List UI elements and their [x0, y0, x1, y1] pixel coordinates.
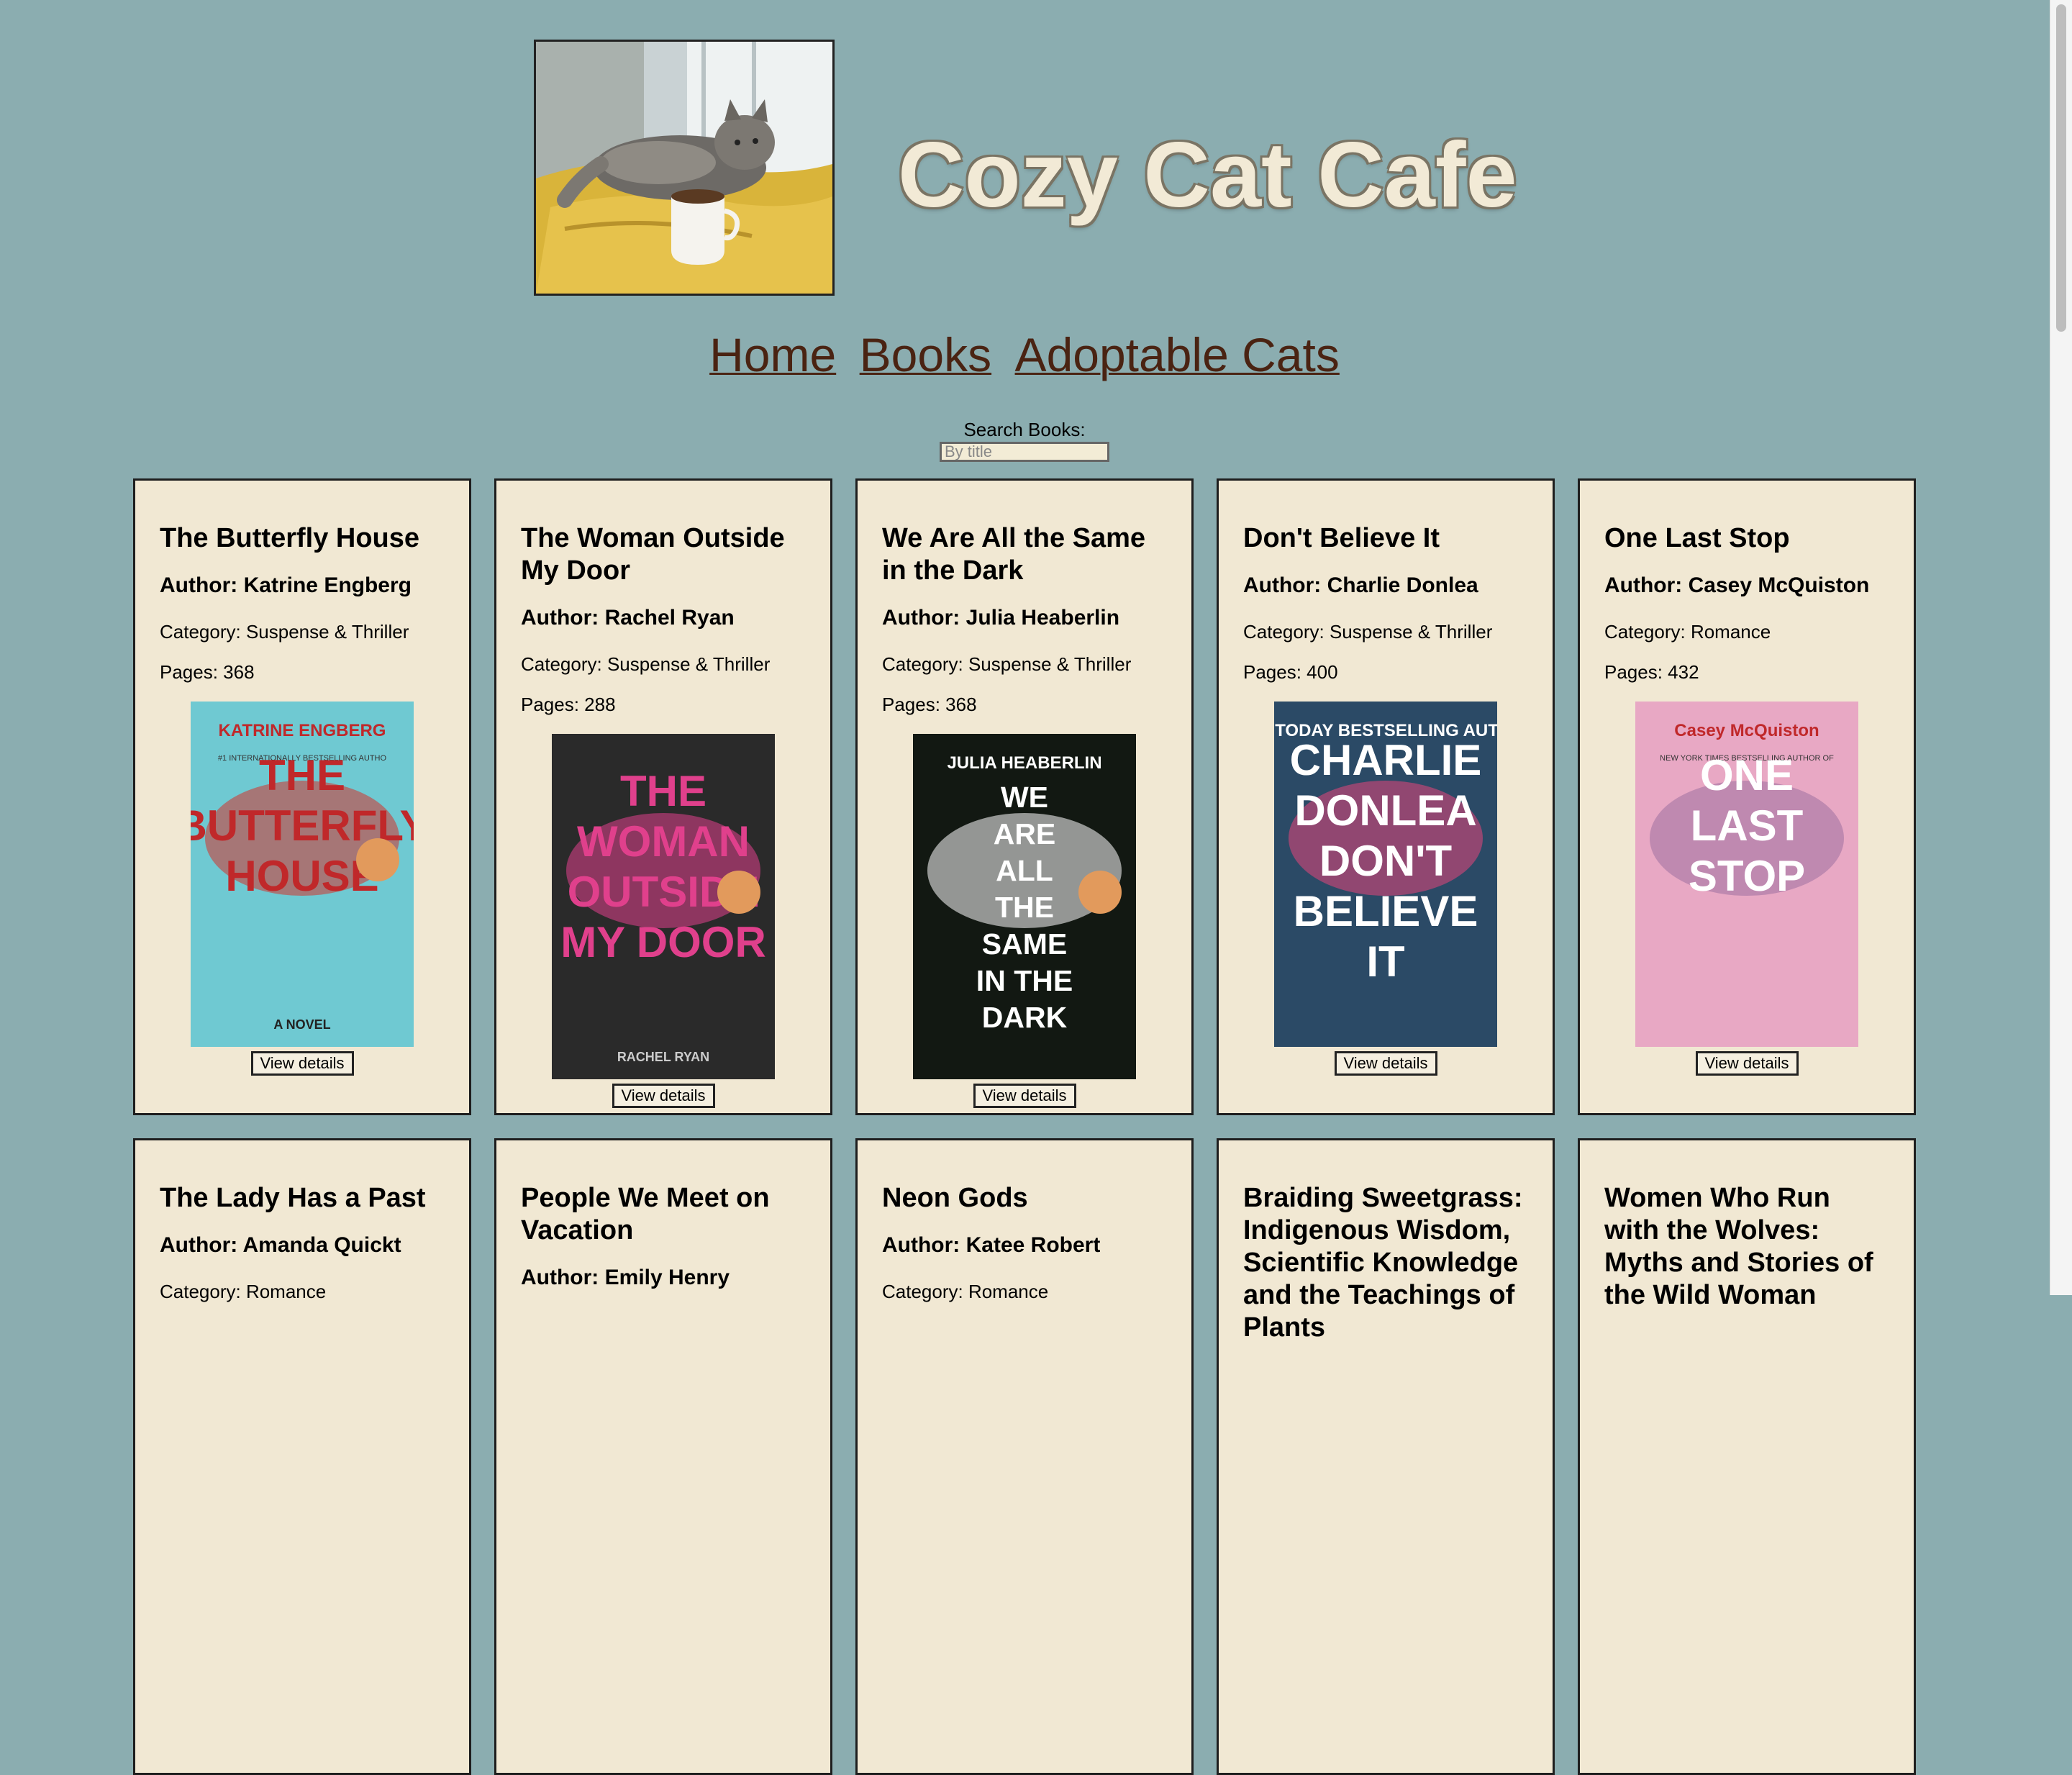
book-cover-art-icon: KATRINE ENGBERG#1 INTERNATIONALLY BESTSE…	[191, 702, 414, 1047]
book-category: Category: Suspense & Thriller	[1243, 621, 1493, 643]
book-card: We Are All the Same in the Dark Author: J…	[855, 478, 1194, 1115]
cover-text: DARK	[982, 1001, 1068, 1034]
cover-text: MY DOOR	[560, 918, 766, 966]
book-card: The Lady Has a Past Author: Amanda Quickt…	[133, 1138, 471, 1775]
cover-text: ARE	[994, 817, 1056, 850]
book-card: One Last Stop Author: Casey McQuiston Cate…	[1578, 478, 1916, 1115]
search-section: Search Books:	[0, 417, 2049, 462]
search-label: Search Books:	[963, 419, 1086, 440]
view-details-button[interactable]: View details	[1334, 1051, 1437, 1076]
book-card: The Woman Outside My Door Author: Rachel …	[494, 478, 832, 1115]
nav-link-adoptable-cats[interactable]: Adoptable Cats	[1015, 328, 1340, 381]
cover-text: WE	[1001, 781, 1048, 814]
view-details-button[interactable]: View details	[1695, 1051, 1799, 1076]
book-cover-image: JULIA HEABERLIN WE ARE ALL THE SAME IN THE DARK	[913, 734, 1136, 1079]
book-title: People We Meet on Vacation	[521, 1183, 770, 1245]
book-cover-image: USA TODAY BESTSELLING AUTHORCHARLIEDONLE…	[1274, 702, 1497, 1047]
book-pages: Pages: 400	[1243, 661, 1338, 683]
book-card: Neon Gods Author: Katee Robert Category: R…	[855, 1138, 1194, 1775]
book-author: Author: Charlie Donlea	[1243, 573, 1478, 597]
book-card: The Butterfly House Author: Katrine Engbe…	[133, 478, 471, 1115]
monthly-pick-badge	[1078, 871, 1122, 914]
book-category: Category: Romance	[882, 1281, 1049, 1302]
cover-text: BELIEVE	[1294, 887, 1478, 935]
book-cover-art-icon: THEWOMANOUTSIDEMY DOORRACHEL RYAN	[552, 734, 775, 1079]
book-cover-image: Casey McQuiston NEW YORK TIMES BESTSELLIN…	[1635, 702, 1858, 1047]
book-category: Category: Suspense & Thriller	[882, 653, 1132, 675]
book-title: The Lady Has a Past	[160, 1183, 426, 1213]
cover-text: RACHEL RYAN	[617, 1050, 709, 1064]
view-details-button[interactable]: View details	[250, 1051, 354, 1076]
logo-cat-image	[534, 40, 835, 296]
cover-text: STOP	[1689, 852, 1805, 900]
book-title: We Are All the Same in the Dark	[882, 523, 1146, 586]
book-author: Author: Casey McQuiston	[1604, 573, 1870, 597]
book-author: Author: Amanda Quickt	[160, 1233, 401, 1257]
cover-text: DONLEA	[1294, 786, 1476, 835]
nav-link-books[interactable]: Books	[860, 328, 991, 381]
book-title: Braiding Sweetgrass: Indigenous Wisdom, …	[1243, 1183, 1523, 1343]
cat-with-coffee-icon	[536, 42, 832, 294]
book-title: Don't Believe It	[1243, 523, 1440, 553]
book-category: Category: Suspense & Thriller	[160, 621, 409, 643]
cover-text: LAST	[1691, 802, 1804, 850]
book-cover-art-icon: Casey McQuistonNEW YORK TIMES BESTSELLIN…	[1635, 702, 1858, 1047]
book-pages: Pages: 288	[521, 694, 616, 715]
cover-text: THE	[259, 751, 345, 799]
cover-text: DON'T	[1319, 837, 1452, 885]
book-category: Category: Suspense & Thriller	[521, 653, 771, 675]
cover-text: CHARLIE	[1290, 736, 1482, 784]
cover-text: JULIA HEABERLIN	[947, 753, 1101, 773]
monthly-pick-badge	[356, 838, 399, 881]
book-title: One Last Stop	[1604, 523, 1790, 553]
book-card: People We Meet on Vacation Author: Emily …	[494, 1138, 832, 1775]
view-details-button[interactable]: View details	[612, 1084, 715, 1108]
book-author: Author: Emily Henry	[521, 1266, 730, 1289]
book-card: Braiding Sweetgrass: Indigenous Wisdom, …	[1217, 1138, 1555, 1775]
book-title: Neon Gods	[882, 1183, 1028, 1213]
view-details-button[interactable]: View details	[973, 1084, 1076, 1108]
cover-text: ONE	[1700, 751, 1794, 799]
search-input[interactable]	[940, 442, 1109, 462]
book-cover-image: THE WOMAN OUTSIDE MY DOOR RACHEL RYAN	[552, 734, 775, 1079]
cover-text: THE	[995, 891, 1054, 924]
book-category: Category: Romance	[1604, 621, 1771, 643]
book-title: The Woman Outside My Door	[521, 523, 785, 586]
cover-text: KATRINE ENGBERG	[219, 721, 386, 740]
book-card: Don't Believe It Author: Charlie Donlea Ca…	[1217, 478, 1555, 1115]
cover-text: HOUSE	[225, 852, 378, 900]
book-pages: Pages: 368	[160, 661, 255, 683]
book-cover-image: KATRINE ENGBERG #1 INTERNATIONALLY BESTSE…	[191, 702, 414, 1047]
cover-text: ALL	[996, 854, 1053, 887]
book-author: Author: Katrine Engberg	[160, 573, 412, 597]
book-title: Women Who Run with the Wolves: Myths and…	[1604, 1183, 1873, 1310]
cover-text: IN THE	[976, 964, 1073, 997]
book-pages: Pages: 432	[1604, 661, 1699, 683]
nav-link-home[interactable]: Home	[709, 328, 836, 381]
main-nav: Home Books Adoptable Cats	[0, 327, 2049, 382]
book-cover-art-icon: JULIA HEABERLIN WEARE ALL THESAMEIN THE DARK	[913, 734, 1136, 1079]
site-title: Cozy Cat Cafe	[898, 124, 1517, 227]
cover-text: Casey McQuiston	[1674, 721, 1819, 740]
cover-text: THE	[620, 767, 706, 815]
book-cover-art-icon: USA TODAY BESTSELLING AUTHORCHARLIEDONLE…	[1274, 702, 1497, 1047]
cover-text: A NOVEL	[273, 1017, 330, 1032]
monthly-pick-badge	[717, 871, 760, 914]
book-grid: The Butterfly House Author: Katrine Engbe…	[133, 478, 1917, 1775]
book-category: Category: Romance	[160, 1281, 327, 1302]
book-author: Author: Julia Heaberlin	[882, 606, 1120, 630]
book-pages: Pages: 368	[882, 694, 977, 715]
vertical-scrollbar[interactable]	[2050, 0, 2072, 1295]
book-author: Author: Rachel Ryan	[521, 606, 735, 630]
cover-text: IT	[1366, 938, 1404, 986]
book-title: The Butterfly House	[160, 523, 420, 553]
book-author: Author: Katee Robert	[882, 1233, 1101, 1257]
book-card: Women Who Run with the Wolves: Myths and…	[1578, 1138, 1916, 1775]
cover-text: SAME	[982, 927, 1067, 961]
scrollbar-thumb[interactable]	[2056, 4, 2066, 332]
cover-text: WOMAN	[577, 817, 750, 866]
